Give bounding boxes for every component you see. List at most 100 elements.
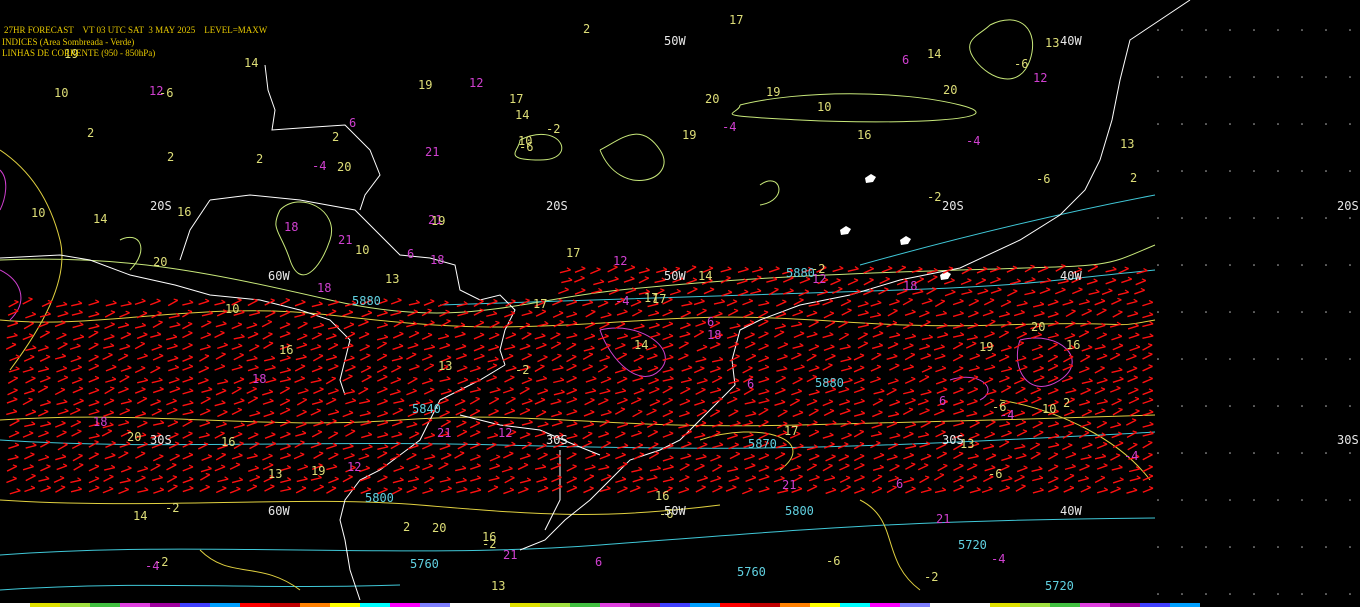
wind-barb-icon <box>566 485 578 493</box>
wind-barb-icon <box>358 398 371 405</box>
wind-barb-icon <box>921 334 933 341</box>
wind-barb-icon <box>136 332 148 340</box>
height-contour-label: 5870 <box>748 437 777 451</box>
wind-barb-icon <box>758 407 769 416</box>
contour-value-label: 20 <box>943 83 957 97</box>
wind-barb-icon <box>966 398 978 406</box>
wind-barb-icon <box>583 486 594 494</box>
wind-barb-icon <box>504 441 516 448</box>
height-contour-label: 5880 <box>352 294 381 308</box>
wind-barb-icon <box>649 399 661 407</box>
wind-barb-icon <box>390 377 402 385</box>
wind-barb-icon <box>583 409 595 417</box>
wind-barb-icon <box>72 322 84 329</box>
wind-barb-icon <box>935 310 947 317</box>
wind-barb-icon <box>648 310 660 317</box>
wind-barb-icon <box>1096 332 1108 340</box>
wind-barb-icon <box>326 418 337 426</box>
wind-barb-icon <box>325 333 337 340</box>
wind-barb-icon <box>231 477 244 484</box>
wind-barb-icon <box>847 278 859 286</box>
wind-barb-icon <box>574 287 586 295</box>
wind-barb-icon <box>246 386 257 395</box>
wind-barb-icon <box>886 421 898 429</box>
wind-barb-icon <box>920 420 931 429</box>
wind-barb-icon <box>118 386 129 394</box>
wind-barb-icon <box>102 352 113 361</box>
wind-barb-icon <box>166 462 177 471</box>
wind-barb-icon <box>744 398 756 405</box>
wind-barb-icon <box>1112 477 1124 484</box>
wind-barb-icon <box>662 455 674 462</box>
wind-barb-icon <box>583 421 595 429</box>
wind-barb-icon <box>345 429 356 437</box>
wind-barb-icon <box>822 331 834 339</box>
wind-barb-icon <box>345 398 357 405</box>
wind-barb-icon <box>519 407 531 416</box>
wind-barb-icon <box>975 277 987 286</box>
wind-barb-icon <box>680 386 691 395</box>
wind-barb-icon <box>376 386 388 394</box>
wind-barb-icon <box>166 334 178 341</box>
lat-label-30s: 30S <box>1337 433 1359 447</box>
wind-barb-icon <box>1094 366 1105 374</box>
wind-barb-icon <box>854 487 865 494</box>
wind-barb-icon <box>616 376 628 384</box>
wind-barb-icon <box>598 464 610 471</box>
lon-label-40w: 40W <box>1060 504 1082 518</box>
wind-barb-icon <box>247 331 259 339</box>
wind-barb-icon <box>519 432 531 440</box>
wind-barb-icon <box>1009 278 1021 285</box>
wind-barb-icon <box>984 431 996 439</box>
wind-barb-icon <box>311 332 323 340</box>
wind-barb-icon <box>152 353 164 361</box>
wind-barb-icon <box>1126 487 1138 494</box>
wind-barb-icon <box>502 386 514 394</box>
wind-barb-icon <box>486 363 498 371</box>
wind-barb-icon <box>1065 387 1077 394</box>
wind-barb-icon <box>968 298 979 307</box>
wind-barb-icon <box>215 352 226 360</box>
wind-barb-icon <box>71 300 83 307</box>
wind-barb-icon <box>519 453 531 460</box>
wind-barb-icon <box>1001 430 1012 438</box>
wind-barb-icon <box>582 352 594 360</box>
wind-barb-icon <box>325 376 337 385</box>
wind-barb-icon <box>279 407 291 415</box>
wind-barb-icon <box>694 399 706 406</box>
wind-barb-icon <box>263 355 276 362</box>
wind-barb-icon <box>311 301 323 308</box>
wind-barb-icon <box>727 466 739 473</box>
wind-barb-icon <box>615 452 626 460</box>
wind-barb-icon <box>549 453 561 461</box>
wind-barb-icon <box>1033 375 1045 383</box>
wind-barb-icon <box>328 409 340 416</box>
wind-barb-icon <box>296 397 308 406</box>
wind-barb-icon <box>118 487 129 495</box>
lat-label-30s: 30S <box>546 433 568 447</box>
wind-barb-icon <box>455 408 467 416</box>
wind-barb-icon <box>559 267 571 274</box>
wind-barb-icon <box>72 386 84 394</box>
wind-barb-icon <box>54 420 66 428</box>
wind-barb-icon <box>328 452 339 460</box>
wind-barb-icon <box>521 377 533 385</box>
wind-barb-icon <box>918 374 930 383</box>
wind-barb-icon <box>408 431 420 439</box>
wind-barb-icon <box>1121 276 1133 284</box>
wind-barb-icon <box>25 473 36 482</box>
wind-barb-icon <box>1037 265 1049 273</box>
wind-barb-icon <box>662 366 674 373</box>
wind-barb-icon <box>1031 466 1043 472</box>
wind-barb-icon <box>377 451 388 459</box>
wind-barb-icon <box>54 353 67 360</box>
wind-barb-icon <box>774 387 786 395</box>
wind-barb-icon <box>774 452 786 460</box>
wind-barb-icon <box>39 354 51 362</box>
wind-barb-icon <box>646 353 658 360</box>
wind-barb-icon <box>566 363 577 372</box>
wind-barb-icon <box>758 355 770 363</box>
contour-value-label: 17 <box>784 424 798 438</box>
wind-barb-icon <box>25 442 37 449</box>
wind-barb-icon <box>936 387 948 394</box>
